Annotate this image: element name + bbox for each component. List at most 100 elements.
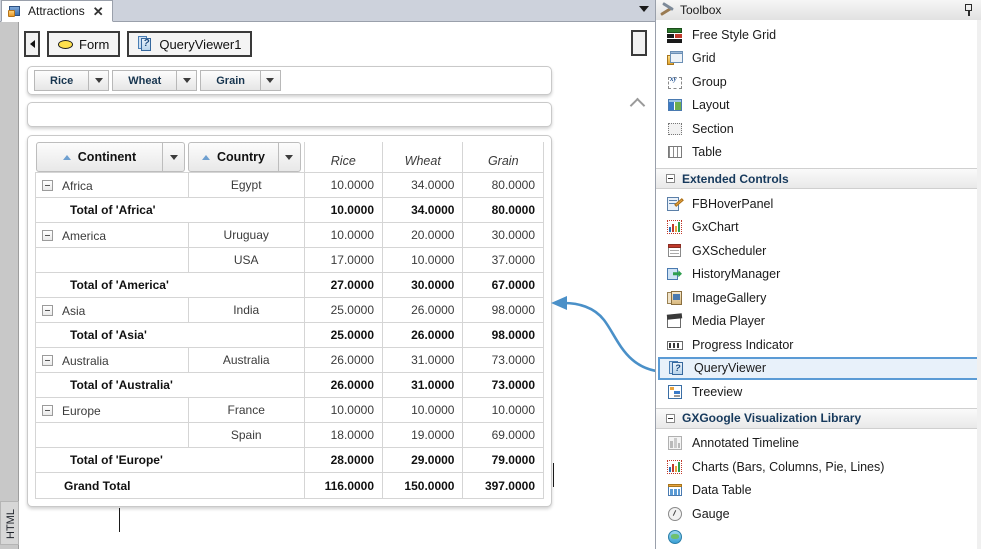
collapse-box-icon[interactable] xyxy=(42,179,53,191)
breadcrumb-prev-button[interactable] xyxy=(24,31,40,57)
dimension-button-continent[interactable]: Continent xyxy=(35,142,186,172)
caret-down-icon[interactable] xyxy=(163,142,186,172)
tab-attractions[interactable]: Attractions ✕ xyxy=(1,0,113,22)
table-row: Spain 18.0000 19.0000 69.0000 xyxy=(35,422,544,448)
toolbox-panel: Toolbox Free Style Grid Grid xy Group Layout… xyxy=(655,0,981,549)
cell-measure-wheat: 31.0000 xyxy=(382,372,464,398)
subtotal-row: Total of 'Europe' 28.0000 29.0000 79.0000 xyxy=(35,447,544,473)
measure-chip-grain-label[interactable]: Grain xyxy=(200,70,261,91)
progress-indicator-icon xyxy=(667,337,683,353)
sort-asc-icon xyxy=(62,154,71,160)
toolbox-item-label: HistoryManager xyxy=(692,267,781,282)
toolbox-item-media-player[interactable]: Media Player xyxy=(656,310,981,334)
toolbox-item-grid[interactable]: Grid xyxy=(656,47,981,71)
toolbox-item-historymanager[interactable]: HistoryManager xyxy=(656,263,981,287)
toolbox-scrollbar[interactable] xyxy=(977,20,981,549)
close-icon[interactable]: ✕ xyxy=(93,5,104,18)
table-row: Africa Egypt 10.0000 34.0000 80.0000 xyxy=(35,172,544,198)
cell-measure-wheat: 10.0000 xyxy=(382,247,464,273)
toolbox-item-gxchart[interactable]: GxChart xyxy=(656,216,981,240)
toolbox-item-section[interactable]: Section xyxy=(656,117,981,141)
table-row: Asia India 25.0000 26.0000 98.0000 xyxy=(35,297,544,323)
cell-continent-label: Asia xyxy=(62,303,86,318)
subtotal-row: Total of 'Australia' 26.0000 31.0000 73.000… xyxy=(35,372,544,398)
caret-down-icon[interactable] xyxy=(260,70,281,91)
imagegallery-icon xyxy=(667,290,683,306)
document-tab-bar: Attractions ✕ xyxy=(0,0,655,22)
dimension-button-country-label-wrap[interactable]: Country xyxy=(188,142,279,172)
collapse-box-icon[interactable] xyxy=(666,174,675,183)
filter-drop-bar[interactable] xyxy=(27,102,552,127)
toolbox-item-label: Annotated Timeline xyxy=(692,436,800,451)
toolbox-item-label: Charts (Bars, Columns, Pie, Lines) xyxy=(692,459,885,474)
breadcrumb-item-queryviewer1[interactable]: ? QueryViewer1 xyxy=(127,31,253,57)
breadcrumb-next-button[interactable] xyxy=(631,30,647,56)
toolbox-group-extended-controls[interactable]: Extended Controls xyxy=(656,168,981,189)
historymanager-icon xyxy=(667,266,683,282)
charts-icon xyxy=(667,459,683,475)
data-table-icon xyxy=(667,482,683,498)
dimension-button-continent-label-wrap[interactable]: Continent xyxy=(35,142,164,172)
toolbox-item-imagegallery[interactable]: ImageGallery xyxy=(656,286,981,310)
caret-down-icon[interactable] xyxy=(89,70,110,91)
collapse-box-icon[interactable] xyxy=(42,304,53,316)
dimension-button-country-label: Country xyxy=(217,150,265,164)
cell-measure-wheat: 31.0000 xyxy=(382,347,464,373)
toolbox-groups: Extended Controls FBHoverPanel GxChart GXSc… xyxy=(656,168,981,549)
media-player-icon xyxy=(666,313,683,329)
breadcrumb-item-queryviewer1-label: QueryViewer1 xyxy=(159,36,242,52)
cell-continent: America xyxy=(35,222,189,248)
measure-chip-wheat-label[interactable]: Wheat xyxy=(112,70,178,91)
toolbox-item-label: Group xyxy=(692,74,727,89)
toolbox-item-layout[interactable]: Layout xyxy=(656,94,981,118)
collapse-box-icon[interactable] xyxy=(666,413,675,423)
toolbox-item-label: Free Style Grid xyxy=(692,27,777,42)
toolbox-item-gauge[interactable]: Gauge xyxy=(656,502,981,526)
collapse-box-icon[interactable] xyxy=(42,229,53,241)
subtotal-label: Total of 'Asia' xyxy=(35,322,305,348)
collapse-box-icon[interactable] xyxy=(42,354,53,366)
toolbox-scroll-area[interactable]: Free Style Grid Grid xy Group Layout Section T… xyxy=(656,20,981,549)
caret-down-icon[interactable] xyxy=(278,142,301,172)
collapse-box-icon[interactable] xyxy=(42,404,53,416)
left-dock-tab-html[interactable]: HTML xyxy=(0,501,19,545)
pin-icon[interactable] xyxy=(963,4,974,16)
toolbox-item-gxscheduler[interactable]: GXScheduler xyxy=(656,239,981,263)
toolbox-item-free-style-grid[interactable]: Free Style Grid xyxy=(656,23,981,47)
toolbox-item-group[interactable]: xy Group xyxy=(656,70,981,94)
breadcrumb-item-form[interactable]: Form xyxy=(47,31,121,57)
cell-country: USA xyxy=(187,247,305,273)
left-dock-strip: HTML xyxy=(0,20,19,549)
toolbox-item-annotated-timeline[interactable]: Annotated Timeline xyxy=(656,432,981,456)
measure-header-rice[interactable]: Rice xyxy=(303,142,384,173)
toolbox-item-fbhoverpanel[interactable]: FBHoverPanel xyxy=(656,192,981,216)
free-style-grid-icon xyxy=(667,27,683,43)
toolbox-item-treeview[interactable]: Treeview xyxy=(656,380,981,404)
pivot-header-row: Continent Country Rice Wheat Grain xyxy=(35,142,544,173)
measure-chip-rice[interactable]: Rice xyxy=(34,70,110,91)
toolbox-item-queryviewer[interactable]: ? QueryViewer xyxy=(658,356,979,380)
cell-measure-wheat: 34.0000 xyxy=(382,197,464,223)
cell-measure-grain: 80.0000 xyxy=(462,172,544,198)
toolbox-item-charts-bars-columns-pie-lines[interactable]: Charts (Bars, Columns, Pie, Lines) xyxy=(656,455,981,479)
measure-chip-grain[interactable]: Grain xyxy=(200,70,281,91)
dimension-button-country[interactable]: Country xyxy=(188,142,301,172)
toolbox-item-data-table[interactable]: Data Table xyxy=(656,479,981,503)
toolbox-group-gxgoogle-visualization-library[interactable]: GXGoogle Visualization Library xyxy=(656,407,981,429)
measure-header-wheat[interactable]: Wheat xyxy=(382,142,464,173)
toolbox-item-table[interactable]: Table xyxy=(656,141,981,165)
cell-measure-rice: 25.0000 xyxy=(303,297,384,323)
measure-chip-wheat[interactable]: Wheat xyxy=(112,70,198,91)
cell-continent xyxy=(35,247,189,273)
toolbox-item-globe-map[interactable] xyxy=(656,526,981,549)
caret-down-icon[interactable] xyxy=(177,70,198,91)
measure-header-grain[interactable]: Grain xyxy=(462,142,544,173)
chevron-down-icon[interactable] xyxy=(639,6,649,12)
measure-chip-rice-label[interactable]: Rice xyxy=(34,70,90,91)
cell-continent: Europe xyxy=(35,397,189,423)
cell-continent: Asia xyxy=(35,297,189,323)
cell-measure-grain: 10.0000 xyxy=(462,397,544,423)
chevron-up-icon[interactable] xyxy=(630,94,646,110)
toolbox-item-progress-indicator[interactable]: Progress Indicator xyxy=(656,333,981,357)
breadcrumb-item-form-label: Form xyxy=(79,36,110,52)
